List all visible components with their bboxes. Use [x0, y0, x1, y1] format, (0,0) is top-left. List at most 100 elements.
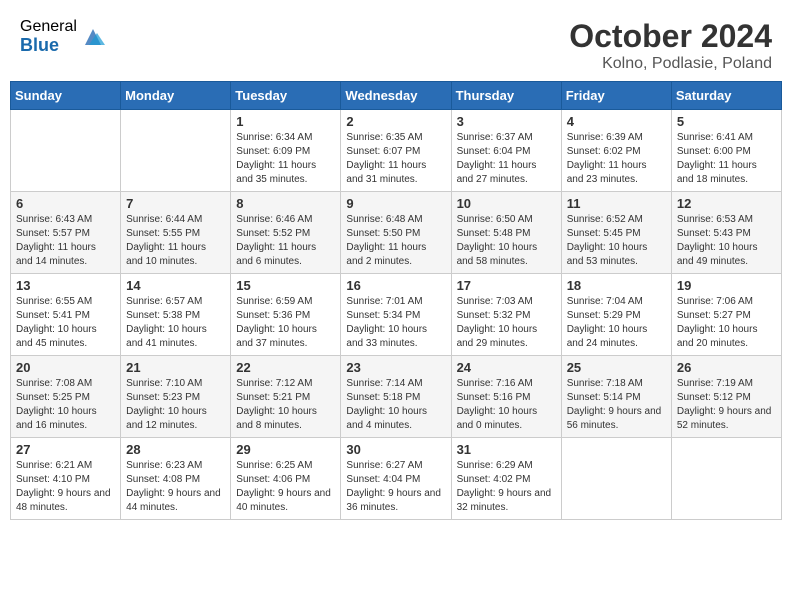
- weekday-header-row: SundayMondayTuesdayWednesdayThursdayFrid…: [11, 82, 782, 110]
- day-info: Sunrise: 6:37 AM Sunset: 6:04 PM Dayligh…: [457, 131, 556, 187]
- day-info: Sunrise: 7:04 AM Sunset: 5:29 PM Dayligh…: [567, 295, 666, 351]
- day-number: 21: [126, 360, 225, 375]
- day-number: 30: [346, 442, 445, 457]
- calendar-cell: 23 Sunrise: 7:14 AM Sunset: 5:18 PM Dayli…: [341, 356, 451, 438]
- day-info: Sunrise: 6:50 AM Sunset: 5:48 PM Dayligh…: [457, 213, 556, 269]
- weekday-sunday: Sunday: [11, 82, 121, 110]
- day-number: 9: [346, 196, 445, 211]
- weekday-saturday: Saturday: [671, 82, 781, 110]
- calendar-week-3: 20Sunrise: 7:08 AM Sunset: 5:25 PM Dayli…: [11, 356, 782, 438]
- day-number: 19: [677, 278, 776, 293]
- location-title: Kolno, Podlasie, Poland: [569, 55, 772, 73]
- day-info: Sunrise: 6:55 AM Sunset: 5:41 PM Dayligh…: [16, 295, 115, 351]
- day-info: Sunrise: 6:43 AM Sunset: 5:57 PM Dayligh…: [16, 213, 115, 269]
- day-number: 12: [677, 196, 776, 211]
- day-number: 2: [346, 114, 445, 129]
- day-info: Sunrise: 7:18 AM Sunset: 5:14 PM Dayligh…: [567, 377, 666, 433]
- calendar-cell: 8 Sunrise: 6:46 AM Sunset: 5:52 PM Daylig…: [231, 192, 341, 274]
- calendar-cell: 19 Sunrise: 7:06 AM Sunset: 5:27 PM Dayli…: [671, 274, 781, 356]
- calendar-cell: 7 Sunrise: 6:44 AM Sunset: 5:55 PM Daylig…: [121, 192, 231, 274]
- calendar-cell: [11, 110, 121, 192]
- weekday-monday: Monday: [121, 82, 231, 110]
- calendar-week-0: 1Sunrise: 6:34 AM Sunset: 6:09 PM Daylig…: [11, 110, 782, 192]
- page-header: General Blue October 2024 Kolno, Podlasi…: [10, 10, 782, 77]
- day-number: 15: [236, 278, 335, 293]
- calendar-cell: 9 Sunrise: 6:48 AM Sunset: 5:50 PM Daylig…: [341, 192, 451, 274]
- calendar-cell: 3 Sunrise: 6:37 AM Sunset: 6:04 PM Daylig…: [451, 110, 561, 192]
- day-number: 24: [457, 360, 556, 375]
- day-info: Sunrise: 6:41 AM Sunset: 6:00 PM Dayligh…: [677, 131, 776, 187]
- day-info: Sunrise: 7:19 AM Sunset: 5:12 PM Dayligh…: [677, 377, 776, 433]
- calendar-cell: 31 Sunrise: 6:29 AM Sunset: 4:02 PM Dayli…: [451, 438, 561, 520]
- day-info: Sunrise: 7:12 AM Sunset: 5:21 PM Dayligh…: [236, 377, 335, 433]
- calendar-week-2: 13 Sunrise: 6:55 AM Sunset: 5:41 PM Dayli…: [11, 274, 782, 356]
- day-number: 22: [236, 360, 335, 375]
- calendar-cell: 22 Sunrise: 7:12 AM Sunset: 5:21 PM Dayli…: [231, 356, 341, 438]
- calendar-cell: 30 Sunrise: 6:27 AM Sunset: 4:04 PM Dayli…: [341, 438, 451, 520]
- day-info: Sunrise: 6:59 AM Sunset: 5:36 PM Dayligh…: [236, 295, 335, 351]
- day-info: Sunrise: 7:08 AM Sunset: 5:25 PM Dayligh…: [16, 377, 115, 433]
- calendar-cell: [671, 438, 781, 520]
- calendar-cell: 12Sunrise: 6:53 AM Sunset: 5:43 PM Dayli…: [671, 192, 781, 274]
- day-number: 4: [567, 114, 666, 129]
- day-info: Sunrise: 6:35 AM Sunset: 6:07 PM Dayligh…: [346, 131, 445, 187]
- day-number: 14: [126, 278, 225, 293]
- day-number: 11: [567, 196, 666, 211]
- day-number: 29: [236, 442, 335, 457]
- day-info: Sunrise: 6:39 AM Sunset: 6:02 PM Dayligh…: [567, 131, 666, 187]
- weekday-thursday: Thursday: [451, 82, 561, 110]
- day-info: Sunrise: 6:34 AM Sunset: 6:09 PM Dayligh…: [236, 131, 335, 187]
- day-number: 18: [567, 278, 666, 293]
- logo-blue: Blue: [20, 36, 77, 56]
- day-info: Sunrise: 6:57 AM Sunset: 5:38 PM Dayligh…: [126, 295, 225, 351]
- day-number: 7: [126, 196, 225, 211]
- day-info: Sunrise: 7:10 AM Sunset: 5:23 PM Dayligh…: [126, 377, 225, 433]
- calendar-cell: 10Sunrise: 6:50 AM Sunset: 5:48 PM Dayli…: [451, 192, 561, 274]
- day-number: 5: [677, 114, 776, 129]
- logo: General Blue: [20, 18, 105, 55]
- calendar-cell: 29 Sunrise: 6:25 AM Sunset: 4:06 PM Dayli…: [231, 438, 341, 520]
- day-info: Sunrise: 6:46 AM Sunset: 5:52 PM Dayligh…: [236, 213, 335, 269]
- day-info: Sunrise: 6:44 AM Sunset: 5:55 PM Dayligh…: [126, 213, 225, 269]
- calendar-cell: 27Sunrise: 6:21 AM Sunset: 4:10 PM Dayli…: [11, 438, 121, 520]
- day-number: 31: [457, 442, 556, 457]
- day-number: 23: [346, 360, 445, 375]
- calendar-table: SundayMondayTuesdayWednesdayThursdayFrid…: [10, 81, 782, 520]
- calendar-week-1: 6 Sunrise: 6:43 AM Sunset: 5:57 PM Daylig…: [11, 192, 782, 274]
- day-info: Sunrise: 6:29 AM Sunset: 4:02 PM Dayligh…: [457, 459, 556, 515]
- weekday-wednesday: Wednesday: [341, 82, 451, 110]
- calendar-cell: 1Sunrise: 6:34 AM Sunset: 6:09 PM Daylig…: [231, 110, 341, 192]
- calendar-cell: 24Sunrise: 7:16 AM Sunset: 5:16 PM Dayli…: [451, 356, 561, 438]
- calendar-cell: 18 Sunrise: 7:04 AM Sunset: 5:29 PM Dayli…: [561, 274, 671, 356]
- day-info: Sunrise: 6:48 AM Sunset: 5:50 PM Dayligh…: [346, 213, 445, 269]
- calendar-cell: 14 Sunrise: 6:57 AM Sunset: 5:38 PM Dayli…: [121, 274, 231, 356]
- month-title: October 2024: [569, 18, 772, 55]
- weekday-friday: Friday: [561, 82, 671, 110]
- day-info: Sunrise: 7:14 AM Sunset: 5:18 PM Dayligh…: [346, 377, 445, 433]
- day-number: 3: [457, 114, 556, 129]
- logo-general: General: [20, 18, 77, 36]
- day-number: 13: [16, 278, 115, 293]
- calendar-cell: 20Sunrise: 7:08 AM Sunset: 5:25 PM Dayli…: [11, 356, 121, 438]
- calendar-cell: 28Sunrise: 6:23 AM Sunset: 4:08 PM Dayli…: [121, 438, 231, 520]
- calendar-week-4: 27Sunrise: 6:21 AM Sunset: 4:10 PM Dayli…: [11, 438, 782, 520]
- day-info: Sunrise: 6:27 AM Sunset: 4:04 PM Dayligh…: [346, 459, 445, 515]
- day-number: 28: [126, 442, 225, 457]
- day-number: 17: [457, 278, 556, 293]
- calendar-cell: 17 Sunrise: 7:03 AM Sunset: 5:32 PM Dayli…: [451, 274, 561, 356]
- day-number: 8: [236, 196, 335, 211]
- day-info: Sunrise: 7:01 AM Sunset: 5:34 PM Dayligh…: [346, 295, 445, 351]
- weekday-tuesday: Tuesday: [231, 82, 341, 110]
- calendar-cell: 16Sunrise: 7:01 AM Sunset: 5:34 PM Dayli…: [341, 274, 451, 356]
- day-number: 25: [567, 360, 666, 375]
- logo-icon: [81, 25, 105, 49]
- calendar-cell: 15 Sunrise: 6:59 AM Sunset: 5:36 PM Dayli…: [231, 274, 341, 356]
- calendar-cell: [561, 438, 671, 520]
- day-info: Sunrise: 6:25 AM Sunset: 4:06 PM Dayligh…: [236, 459, 335, 515]
- calendar-cell: 26Sunrise: 7:19 AM Sunset: 5:12 PM Dayli…: [671, 356, 781, 438]
- calendar-cell: [121, 110, 231, 192]
- title-block: October 2024 Kolno, Podlasie, Poland: [569, 18, 772, 73]
- day-number: 6: [16, 196, 115, 211]
- day-info: Sunrise: 7:03 AM Sunset: 5:32 PM Dayligh…: [457, 295, 556, 351]
- day-info: Sunrise: 7:06 AM Sunset: 5:27 PM Dayligh…: [677, 295, 776, 351]
